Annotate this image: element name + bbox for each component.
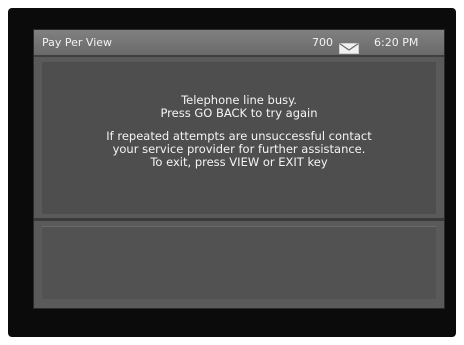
channel-number: 700 bbox=[312, 36, 333, 49]
page-title: Pay Per View bbox=[42, 36, 113, 49]
header-bar: Pay Per View 700 6:20 PM bbox=[34, 30, 444, 57]
ppv-dialog-screen: Pay Per View 700 6:20 PM Telephone line … bbox=[34, 30, 444, 308]
lower-panel bbox=[42, 226, 436, 299]
envelope-icon bbox=[339, 38, 359, 54]
divider bbox=[34, 218, 444, 221]
message-line-go-back: Press GO BACK to try again bbox=[160, 106, 318, 120]
message-line-exit: To exit, press VIEW or EXIT key bbox=[150, 155, 328, 169]
message-panel: Telephone line busy. Press GO BACK to tr… bbox=[42, 62, 436, 214]
clock-time: 6:20 PM bbox=[374, 36, 419, 49]
